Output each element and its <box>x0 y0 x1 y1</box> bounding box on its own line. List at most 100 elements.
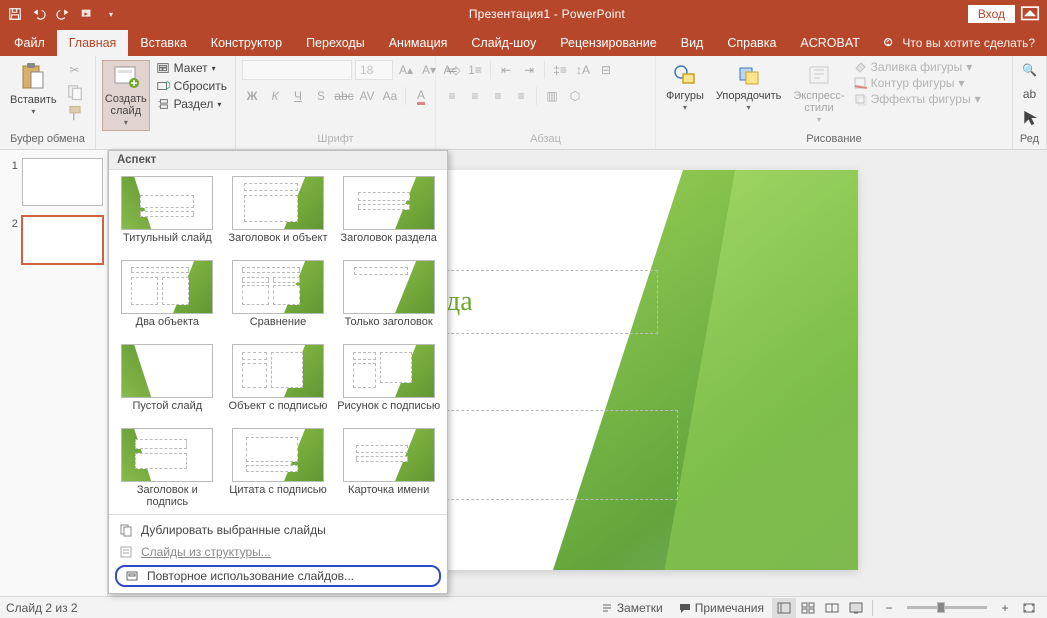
start-from-beginning-icon[interactable] <box>76 3 98 25</box>
ribbon-options-icon[interactable] <box>1019 3 1041 25</box>
layout-item[interactable]: Заголовок раздела <box>336 176 441 256</box>
new-slide-button[interactable]: Создать слайд▾ <box>102 60 150 131</box>
tab-file[interactable]: Файл <box>2 30 57 56</box>
layout-label: Цитата с подписью <box>229 484 327 508</box>
align-right-icon[interactable]: ≡ <box>488 86 508 106</box>
redo-icon[interactable] <box>52 3 74 25</box>
group-label-editing: Ред <box>1019 131 1040 149</box>
cut-icon[interactable]: ✂ <box>65 60 85 80</box>
shape-effects-button[interactable]: Эффекты фигуры ▾ <box>853 92 981 106</box>
decrease-indent-icon[interactable]: ⇤ <box>496 60 516 80</box>
reset-button[interactable]: Сбросить <box>154 78 229 94</box>
layout-label: Сравнение <box>250 316 307 340</box>
thumb-row-1[interactable]: 1 <box>0 156 107 214</box>
layout-item[interactable]: Заголовок и подпись <box>115 428 220 508</box>
layout-label: Пустой слайд <box>133 400 203 424</box>
group-label-paragraph: Абзац <box>442 131 649 149</box>
tab-acrobat[interactable]: ACROBAT <box>788 30 872 56</box>
shadow-icon[interactable]: S <box>311 86 331 106</box>
layout-item[interactable]: Сравнение <box>226 260 331 340</box>
normal-view-icon[interactable] <box>772 598 796 618</box>
reading-view-icon[interactable] <box>820 598 844 618</box>
align-center-icon[interactable]: ≡ <box>465 86 485 106</box>
font-family-combo[interactable] <box>242 60 352 80</box>
undo-icon[interactable] <box>28 3 50 25</box>
reuse-slides-item[interactable]: Повторное использование слайдов... <box>115 565 441 587</box>
layout-item[interactable]: Пустой слайд <box>115 344 220 424</box>
zoom-out-icon[interactable]: − <box>877 598 901 618</box>
duplicate-slides-item[interactable]: Дублировать выбранные слайды <box>109 519 447 541</box>
qat-dropdown-icon[interactable]: ▾ <box>100 3 122 25</box>
strike-icon[interactable]: abc <box>334 86 354 106</box>
sorter-view-icon[interactable] <box>796 598 820 618</box>
tab-help[interactable]: Справка <box>715 30 788 56</box>
align-left-icon[interactable]: ≡ <box>442 86 462 106</box>
tab-animations[interactable]: Анимация <box>377 30 460 56</box>
quick-styles-button[interactable]: Экспресс- стили▾ <box>789 60 848 127</box>
justify-icon[interactable]: ≡ <box>511 86 531 106</box>
slides-from-outline-item[interactable]: Слайды из структуры... <box>109 541 447 563</box>
format-painter-icon[interactable] <box>65 104 85 124</box>
layout-item[interactable]: Заголовок и объект <box>226 176 331 256</box>
window-title: Презентация1 - PowerPoint <box>126 7 968 21</box>
align-text-icon[interactable]: ⊟ <box>596 60 616 80</box>
tab-slideshow[interactable]: Слайд-шоу <box>459 30 548 56</box>
italic-icon[interactable]: К <box>265 86 285 106</box>
signin-button[interactable]: Вход <box>968 5 1015 23</box>
font-color-icon[interactable]: A <box>411 86 431 106</box>
shape-fill-button[interactable]: Заливка фигуры ▾ <box>853 60 981 74</box>
section-button[interactable]: Раздел ▾ <box>154 96 229 112</box>
ribbon-tabs: Файл Главная Вставка Конструктор Переход… <box>0 28 1047 56</box>
numbering-icon[interactable]: 1≡ <box>465 60 485 80</box>
tab-view[interactable]: Вид <box>669 30 716 56</box>
spacing-icon[interactable]: AV <box>357 86 377 106</box>
underline-icon[interactable]: Ч <box>288 86 308 106</box>
fit-window-icon[interactable] <box>1017 598 1041 618</box>
layout-item[interactable]: Цитата с подписью <box>226 428 331 508</box>
font-size-combo[interactable]: 18 <box>355 60 393 80</box>
notes-button[interactable]: Заметки <box>593 597 671 618</box>
zoom-slider[interactable] <box>907 606 987 609</box>
replace-icon[interactable]: ab <box>1020 84 1040 104</box>
layout-item[interactable]: Объект с подписью <box>226 344 331 424</box>
paste-button[interactable]: Вставить▾ <box>6 60 61 119</box>
tab-home[interactable]: Главная <box>57 30 129 56</box>
layout-item[interactable]: Карточка имени <box>336 428 441 508</box>
arrange-button[interactable]: Упорядочить▾ <box>712 60 785 115</box>
increase-indent-icon[interactable]: ⇥ <box>519 60 539 80</box>
tab-transitions[interactable]: Переходы <box>294 30 377 56</box>
slide-thumbnail[interactable] <box>22 216 103 264</box>
find-icon[interactable]: 🔍 <box>1020 60 1040 80</box>
layout-item[interactable]: Только заголовок <box>336 260 441 340</box>
text-direction-icon[interactable]: ↕A <box>573 60 593 80</box>
layout-item[interactable]: Два объекта <box>115 260 220 340</box>
select-icon[interactable] <box>1020 108 1040 128</box>
layout-label: Титульный слайд <box>123 232 212 256</box>
group-label-drawing: Рисование <box>662 131 1006 149</box>
bullets-icon[interactable]: ≔ <box>442 60 462 80</box>
tab-insert[interactable]: Вставка <box>128 30 198 56</box>
slideshow-view-icon[interactable] <box>844 598 868 618</box>
bold-icon[interactable]: Ж <box>242 86 262 106</box>
thumb-row-2[interactable]: 2 <box>0 214 107 272</box>
thumbnail-panel: 1 2 <box>0 150 108 596</box>
slide-thumbnail[interactable] <box>22 158 103 206</box>
copy-icon[interactable] <box>65 82 85 102</box>
tab-review[interactable]: Рецензирование <box>548 30 669 56</box>
columns-icon[interactable]: ▥ <box>542 86 562 106</box>
shapes-button[interactable]: Фигуры▾ <box>662 60 708 115</box>
line-spacing-icon[interactable]: ‡≡ <box>550 60 570 80</box>
layout-item[interactable]: Рисунок с подписью <box>336 344 441 424</box>
case-icon[interactable]: Aa <box>380 86 400 106</box>
gallery-scroll[interactable]: Титульный слайдЗаголовок и объектЗаголов… <box>109 170 447 514</box>
layout-button[interactable]: Макет ▾ <box>154 60 229 76</box>
comments-button[interactable]: Примечания <box>671 597 772 618</box>
shape-outline-button[interactable]: Контур фигуры ▾ <box>853 76 981 90</box>
tell-me-search[interactable]: Что вы хотите сделать? <box>872 36 1045 56</box>
layout-item[interactable]: Титульный слайд <box>115 176 220 256</box>
increase-font-icon[interactable]: A▴ <box>396 60 416 80</box>
save-icon[interactable] <box>4 3 26 25</box>
smartart-icon[interactable]: ⬡ <box>565 86 585 106</box>
zoom-in-icon[interactable]: + <box>993 598 1017 618</box>
tab-design[interactable]: Конструктор <box>199 30 294 56</box>
